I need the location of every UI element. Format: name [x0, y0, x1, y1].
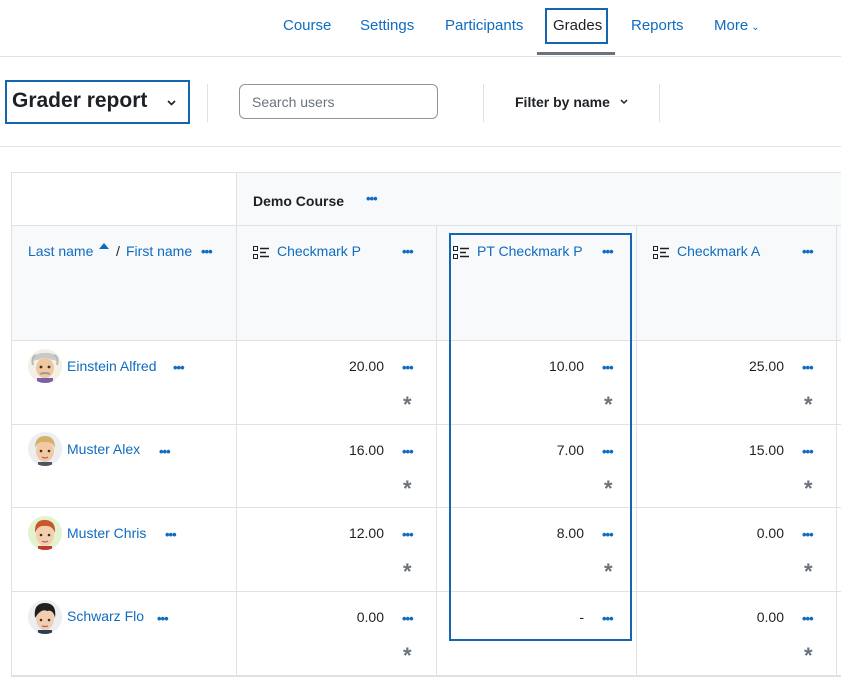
more-horizontal-icon[interactable]: ••• [165, 528, 177, 541]
grid-line [12, 424, 841, 425]
grid-line [12, 225, 841, 226]
course-category-header: Demo Course [253, 193, 345, 209]
grid-line [636, 225, 637, 677]
more-horizontal-icon[interactable]: ••• [802, 361, 814, 374]
grade-item-link[interactable]: Checkmark P [277, 243, 361, 259]
nav-course[interactable]: Course [283, 17, 331, 34]
asterisk-icon: * [403, 559, 412, 584]
avatar [28, 432, 62, 466]
grid-line [236, 173, 237, 677]
toolbar-divider [0, 146, 841, 147]
avatar [28, 516, 62, 550]
avatar [28, 600, 62, 634]
grid-line [12, 591, 841, 592]
more-horizontal-icon[interactable]: ••• [366, 192, 378, 205]
nav-more-label: More [714, 17, 749, 34]
more-horizontal-icon[interactable]: ••• [402, 445, 414, 458]
sort-last-name[interactable]: Last name [28, 243, 93, 259]
divider [659, 84, 660, 122]
grid-line [12, 675, 841, 676]
grid-line [836, 225, 837, 677]
search-users-input[interactable]: Search users [239, 84, 438, 119]
more-horizontal-icon[interactable]: ••• [802, 612, 814, 625]
grade-value[interactable]: 0.00 [714, 525, 784, 541]
asterisk-icon: * [804, 643, 813, 668]
checklist-icon [253, 246, 269, 259]
asterisk-icon: * [804, 392, 813, 417]
sort-first-name[interactable]: First name [126, 243, 192, 259]
student-name-link[interactable]: Einstein Alfred [67, 358, 157, 374]
grade-value[interactable]: 15.00 [714, 442, 784, 458]
divider [483, 84, 484, 122]
checklist-icon [653, 246, 669, 259]
secondary-navigation: Course Settings Participants Grades Repo… [0, 0, 841, 57]
nav-participants[interactable]: Participants [445, 17, 523, 34]
more-horizontal-icon[interactable]: ••• [802, 245, 814, 258]
student-name-link[interactable]: Muster Alex [67, 441, 140, 457]
grade-value[interactable]: 25.00 [714, 358, 784, 374]
column-highlight [449, 233, 632, 641]
grade-value[interactable]: 16.00 [314, 442, 384, 458]
report-selector[interactable]: Grader report [12, 89, 147, 113]
grade-value[interactable]: 0.00 [714, 609, 784, 625]
grade-item-link[interactable]: Checkmark A [677, 243, 760, 259]
nav-more[interactable]: More ⌄ [714, 17, 760, 34]
more-horizontal-icon[interactable]: ••• [159, 445, 171, 458]
divider [207, 84, 208, 122]
chevron-down-icon [620, 99, 628, 105]
active-tab-indicator [537, 52, 615, 55]
grade-value[interactable]: 20.00 [314, 358, 384, 374]
more-horizontal-icon[interactable]: ••• [402, 245, 414, 258]
more-horizontal-icon[interactable]: ••• [402, 361, 414, 374]
grid-line [12, 340, 841, 341]
asterisk-icon: * [804, 559, 813, 584]
student-name-link[interactable]: Schwarz Flo [67, 608, 144, 624]
name-separator: / [116, 243, 120, 259]
more-horizontal-icon[interactable]: ••• [173, 361, 185, 374]
nav-grades[interactable]: Grades [553, 17, 602, 34]
asterisk-icon: * [403, 476, 412, 501]
more-horizontal-icon[interactable]: ••• [402, 612, 414, 625]
more-horizontal-icon[interactable]: ••• [802, 528, 814, 541]
avatar [28, 349, 62, 383]
more-horizontal-icon[interactable]: ••• [157, 612, 169, 625]
grade-value[interactable]: 0.00 [314, 609, 384, 625]
asterisk-icon: * [804, 476, 813, 501]
corner-cell [12, 173, 236, 225]
nav-reports[interactable]: Reports [631, 17, 684, 34]
filter-by-name-button[interactable]: Filter by name [515, 94, 610, 110]
asterisk-icon: * [403, 392, 412, 417]
nav-settings[interactable]: Settings [360, 17, 414, 34]
grid-line [12, 507, 841, 508]
filter-label: Filter by name [515, 94, 610, 110]
asterisk-icon: * [403, 643, 412, 668]
search-placeholder: Search users [252, 94, 335, 110]
sort-ascending-icon [99, 243, 109, 249]
grid-line [436, 225, 437, 677]
student-name-link[interactable]: Muster Chris [67, 525, 146, 541]
grade-value[interactable]: 12.00 [314, 525, 384, 541]
chevron-down-icon [167, 100, 176, 106]
more-horizontal-icon[interactable]: ••• [402, 528, 414, 541]
chevron-down-icon: ⌄ [751, 22, 760, 33]
more-horizontal-icon[interactable]: ••• [802, 445, 814, 458]
more-horizontal-icon[interactable]: ••• [201, 245, 213, 258]
